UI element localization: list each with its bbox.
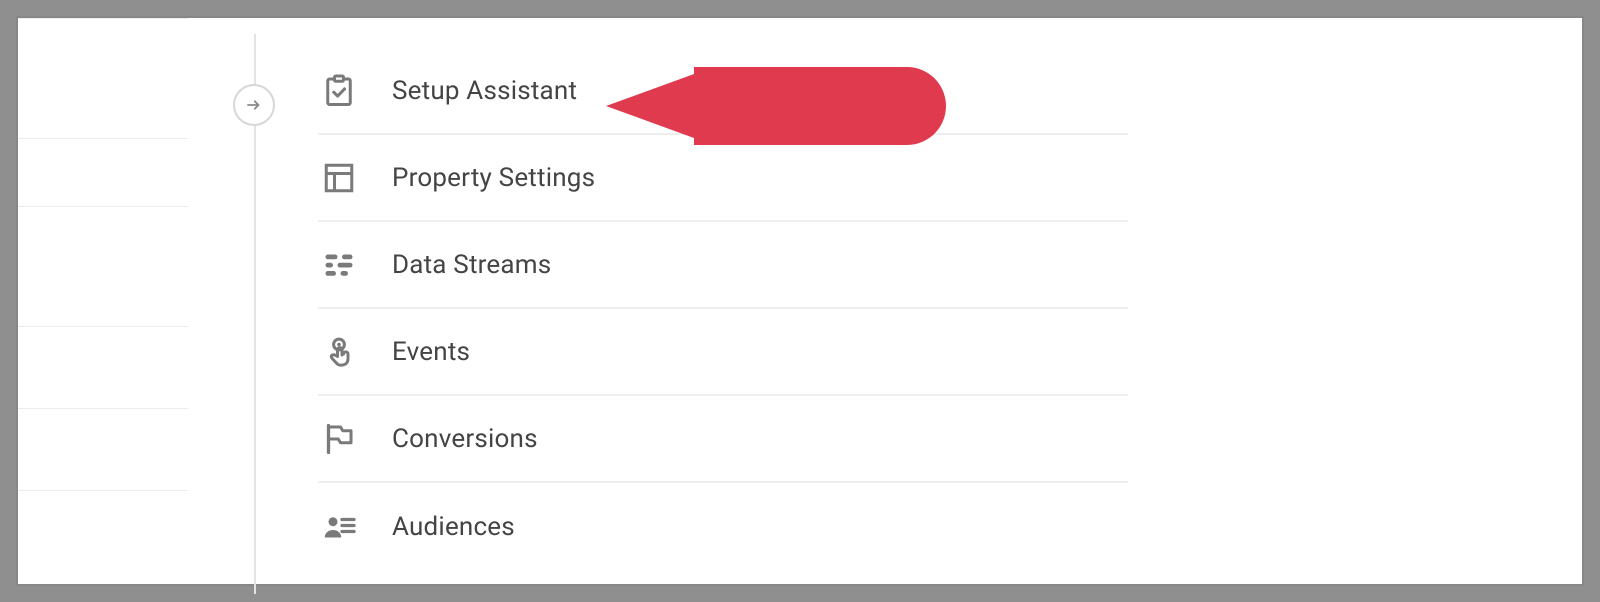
property-menu: Setup Assistant Property Settings [318,48,1128,570]
clipboard-check-icon [318,70,360,112]
menu-item-label: Events [392,337,470,367]
app-panel: Setup Assistant Property Settings [18,18,1582,584]
layout-icon [318,157,360,199]
audience-icon [318,506,360,548]
menu-item-label: Data Streams [392,250,551,280]
flag-icon [318,418,360,460]
menu-item-audiences[interactable]: Audiences [318,483,1128,570]
menu-item-label: Property Settings [392,163,595,193]
arrow-right-icon [245,96,263,114]
menu-item-events[interactable]: Events [318,309,1128,396]
menu-item-label: Conversions [392,424,538,454]
menu-item-label: Audiences [392,512,515,542]
collapse-panel-button[interactable] [233,84,275,126]
menu-item-conversions[interactable]: Conversions [318,396,1128,483]
menu-item-label: Setup Assistant [392,76,577,106]
menu-item-property-settings[interactable]: Property Settings [318,135,1128,222]
menu-item-setup-assistant[interactable]: Setup Assistant [318,48,1128,135]
touch-icon [318,331,360,373]
menu-item-data-streams[interactable]: Data Streams [318,222,1128,309]
data-streams-icon [318,244,360,286]
left-nav-placeholder [18,18,188,584]
